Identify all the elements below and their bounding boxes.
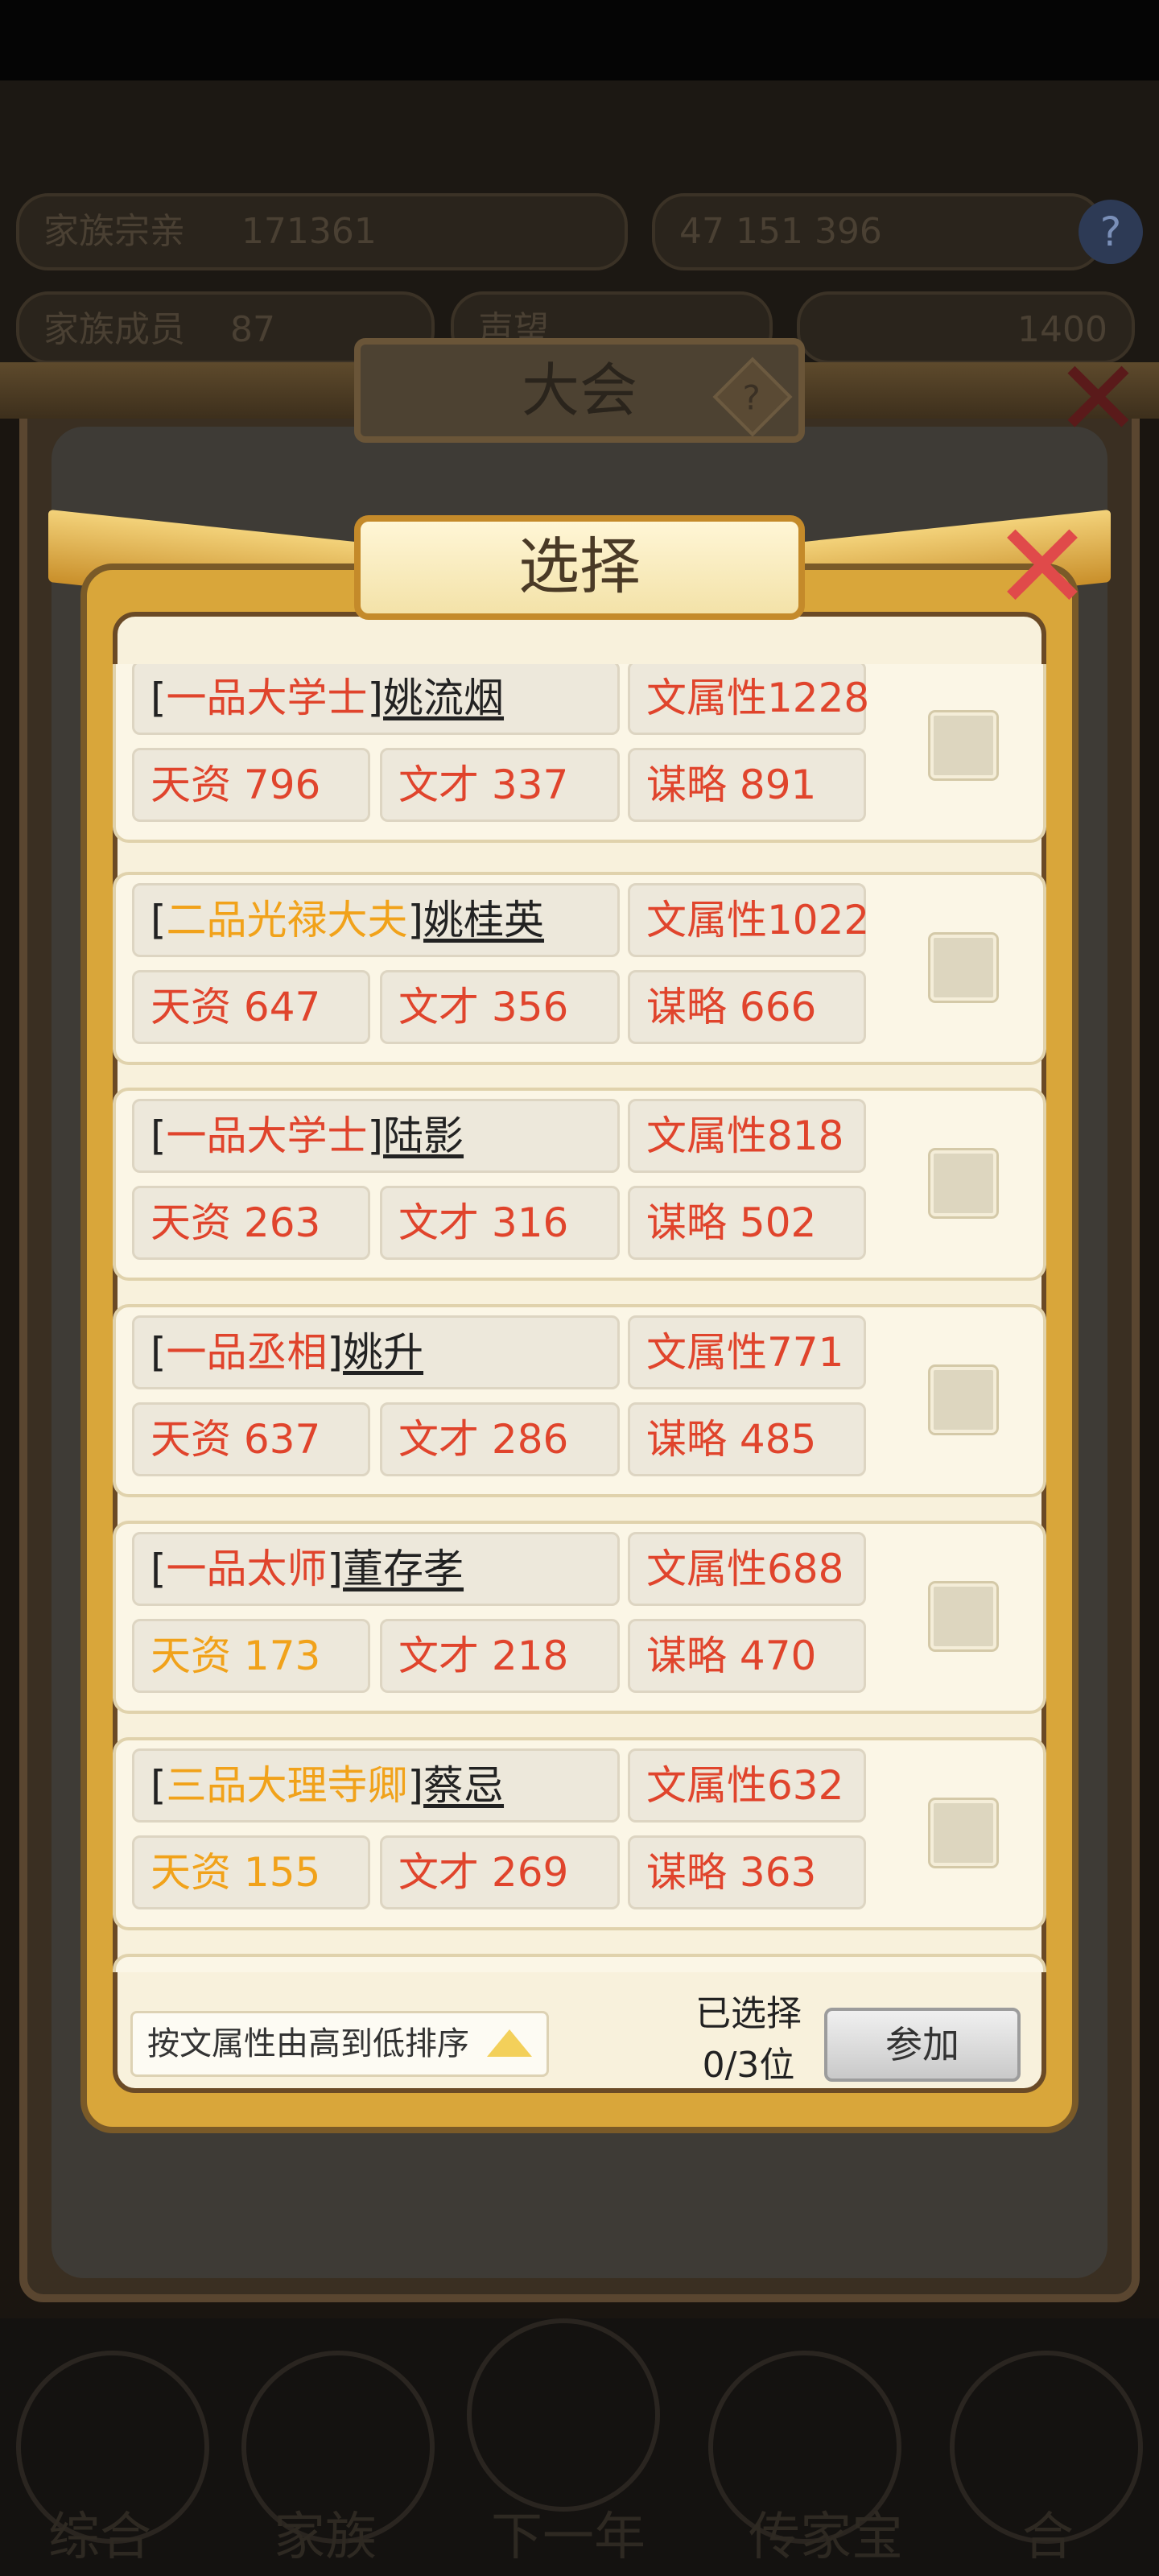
literary-stat: 文才 286: [380, 1402, 620, 1476]
sort-button[interactable]: 按文属性由高到低排序: [130, 2011, 549, 2077]
select-checkbox[interactable]: [928, 1364, 999, 1435]
literary-attribute: 文属性632: [628, 1748, 866, 1823]
literary-stat: 文才 269: [380, 1835, 620, 1909]
candidate-name-link[interactable]: 董存孝: [343, 1546, 464, 1592]
candidate-name-link[interactable]: 姚桂英: [423, 897, 544, 943]
talent-stat: 天资 637: [132, 1402, 370, 1476]
talent-stat: 天资 173: [132, 1619, 370, 1693]
candidate-name-link[interactable]: 蔡忌: [423, 1762, 504, 1809]
talent-stat: 天资 263: [132, 1186, 370, 1260]
nav-label-heirloom: 传家宝: [749, 2508, 903, 2567]
nav-label-clan: 家族: [274, 2508, 377, 2567]
list-item: [二品光禄大夫]姚桂英 文属性1022 天资 647 文才 356 谋略 666: [113, 872, 1046, 1065]
list-item: [一品丞相]姚升 文属性771 天资 637 文才 286 谋略 485: [113, 1304, 1046, 1497]
literary-stat: 文才 337: [380, 748, 620, 822]
selected-count: 0/3位: [702, 2045, 795, 2086]
literary-attribute: 文属性1022: [628, 883, 869, 957]
rank-title: 二品光禄大夫: [166, 897, 408, 943]
nav-label-more: 合: [1022, 2508, 1074, 2567]
select-checkbox[interactable]: [928, 1798, 999, 1868]
select-checkbox[interactable]: [928, 1148, 999, 1219]
sort-triangle-icon: [487, 2029, 532, 2057]
strategy-stat: 谋略 891: [628, 748, 866, 822]
select-checkbox[interactable]: [928, 932, 999, 1003]
status-bar: [0, 0, 1159, 80]
nav-icon-next-year[interactable]: [467, 2318, 660, 2512]
rank-title: 一品大学士: [166, 1113, 368, 1159]
list-item: [三品大理寺卿]蔡忌 文属性632 天资 155 文才 269 谋略 363: [113, 1737, 1046, 1930]
strategy-stat: 谋略 502: [628, 1186, 866, 1260]
strategy-stat: 谋略 485: [628, 1402, 866, 1476]
candidate-list[interactable]: [一品大学士]姚流烟 文属性1228 天资 796 文才 337 谋略 891 …: [113, 664, 1046, 1972]
strategy-stat: 谋略 470: [628, 1619, 866, 1693]
candidate-name[interactable]: [三品大理寺卿]蔡忌: [132, 1748, 620, 1823]
candidate-name[interactable]: [一品大学士]陆影: [132, 1099, 620, 1173]
rank-title: 一品大学士: [166, 675, 368, 721]
literary-attribute: 文属性818: [628, 1099, 866, 1173]
rank-title: 一品丞相: [166, 1329, 328, 1376]
literary-stat: 文才 356: [380, 970, 620, 1044]
candidate-name-link[interactable]: 姚流烟: [383, 675, 504, 721]
talent-stat: 天资 796: [132, 748, 370, 822]
literary-attribute: 文属性1228: [628, 664, 869, 735]
sort-label: 按文属性由高到低排序: [147, 2025, 469, 2062]
bg-stat-clan: 家族宗亲 171361: [16, 193, 628, 270]
modal-title: 选择: [354, 515, 805, 620]
bg-help-icon: ?: [1079, 200, 1143, 264]
select-checkbox[interactable]: [928, 710, 999, 781]
close-icon[interactable]: ✕: [990, 507, 1095, 628]
strategy-stat: 谋略 363: [628, 1835, 866, 1909]
literary-attribute: 文属性771: [628, 1315, 866, 1389]
join-button[interactable]: 参加: [824, 2008, 1021, 2082]
literary-attribute: 文属性688: [628, 1532, 866, 1606]
nav-label-overview: 综合: [48, 2508, 151, 2567]
list-item: [113, 1954, 1046, 1972]
rank-title: 一品太师: [166, 1546, 328, 1592]
selected-label: 已选择: [695, 1993, 802, 2034]
strategy-stat: 谋略 666: [628, 970, 866, 1044]
bg-stat-resources: 47 151 396: [652, 193, 1103, 270]
nav-label-next-year: 下一年: [491, 2508, 645, 2567]
candidate-name-link[interactable]: 姚升: [343, 1329, 423, 1376]
list-item: [一品大学士]陆影 文属性818 天资 263 文才 316 谋略 502: [113, 1088, 1046, 1281]
candidate-name[interactable]: [一品丞相]姚升: [132, 1315, 620, 1389]
talent-stat: 天资 155: [132, 1835, 370, 1909]
select-checkbox[interactable]: [928, 1581, 999, 1652]
literary-stat: 文才 316: [380, 1186, 620, 1260]
literary-stat: 文才 218: [380, 1619, 620, 1693]
candidate-name-link[interactable]: 陆影: [383, 1113, 464, 1159]
candidate-name[interactable]: [一品太师]董存孝: [132, 1532, 620, 1606]
assembly-close-icon[interactable]: ✕: [1054, 346, 1142, 451]
candidate-name[interactable]: [二品光禄大夫]姚桂英: [132, 883, 620, 957]
rank-title: 三品大理寺卿: [166, 1762, 408, 1809]
candidate-name[interactable]: [一品大学士]姚流烟: [132, 664, 620, 735]
talent-stat: 天资 647: [132, 970, 370, 1044]
list-item: [一品大学士]姚流烟 文属性1228 天资 796 文才 337 谋略 891: [113, 664, 1046, 843]
list-item: [一品太师]董存孝 文属性688 天资 173 文才 218 谋略 470: [113, 1521, 1046, 1714]
